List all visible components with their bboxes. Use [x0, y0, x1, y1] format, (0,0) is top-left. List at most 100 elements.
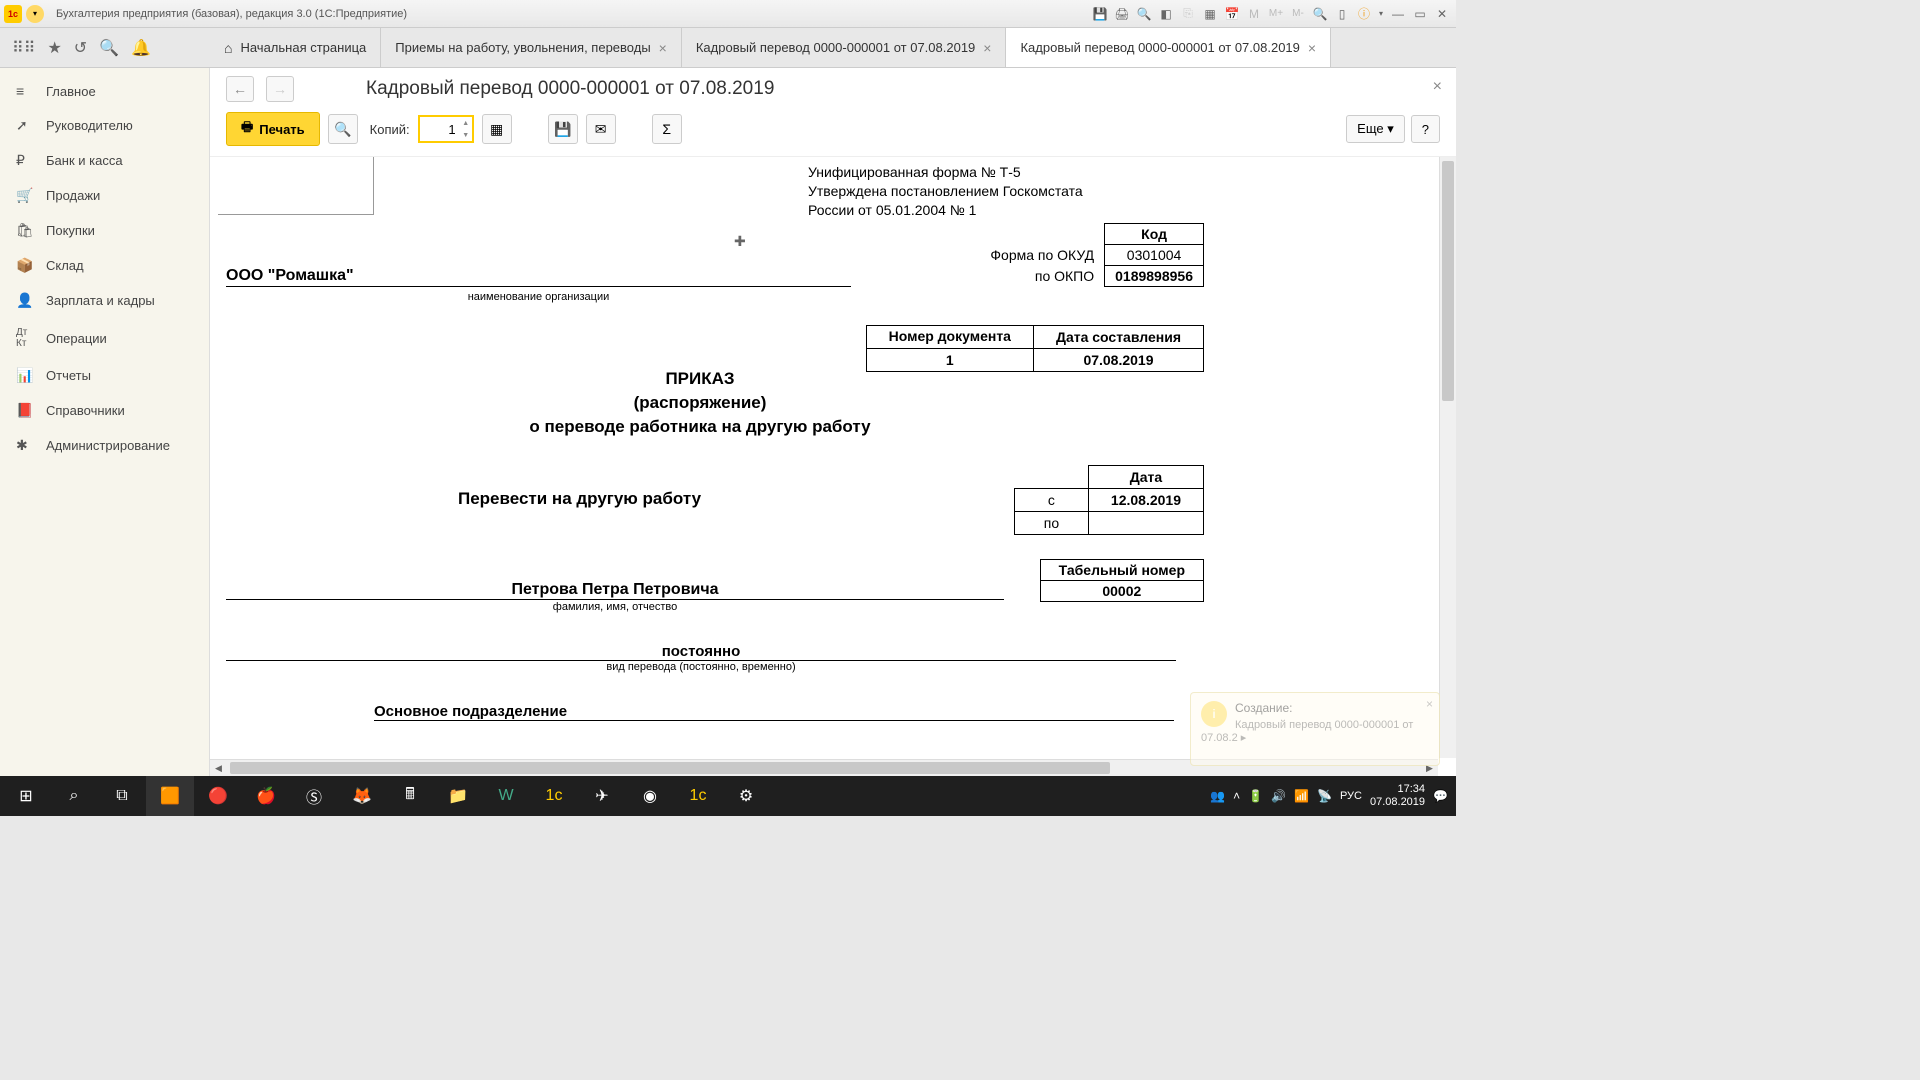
print-preview-button[interactable]: 🔍	[328, 114, 358, 144]
tray-up-icon[interactable]: ˄	[1233, 789, 1240, 803]
box-icon: 📦	[16, 257, 34, 274]
action-center-icon[interactable]: 💬	[1433, 789, 1448, 803]
sidebar-item-sales[interactable]: 🛒Продажи	[0, 178, 209, 213]
search-icon[interactable]: 🔍	[99, 38, 119, 58]
calendar-icon[interactable]: 📅	[1222, 5, 1242, 23]
taskbar-firefox[interactable]: 🦊	[338, 776, 386, 816]
save-icon[interactable]: 💾	[1090, 5, 1110, 23]
more-button[interactable]: Еще ▾	[1346, 115, 1405, 143]
sidebar-item-main[interactable]: ≡Главное	[0, 74, 209, 108]
sidebar-item-admin[interactable]: ✱Администрирование	[0, 428, 209, 463]
help-button[interactable]: ?	[1411, 115, 1440, 143]
table-button[interactable]: ▦	[482, 114, 512, 144]
taskbar-telegram[interactable]: ✈	[578, 776, 626, 816]
memory-mplus-icon[interactable]: M+	[1266, 5, 1286, 23]
print-icon[interactable]: 🖨	[1112, 5, 1132, 23]
language-indicator[interactable]: РУС	[1340, 790, 1362, 802]
sidebar-item-hr[interactable]: 👤Зарплата и кадры	[0, 283, 209, 318]
scrollbar-thumb[interactable]	[230, 762, 1110, 774]
star-icon[interactable]: ★	[47, 38, 61, 58]
clock[interactable]: 17:34 07.08.2019	[1370, 783, 1425, 809]
tab-hires[interactable]: Приемы на работу, увольнения, переводы ×	[381, 28, 682, 67]
taskbar-explorer[interactable]: 📁	[434, 776, 482, 816]
zoom-icon[interactable]: 🔍	[1310, 5, 1330, 23]
taskbar-skype[interactable]: Ⓢ	[290, 776, 338, 816]
compare-icon[interactable]: ◧	[1156, 5, 1176, 23]
network-icon[interactable]: 📶	[1294, 789, 1309, 803]
preview-icon[interactable]: 🔍	[1134, 5, 1154, 23]
employee-name: Петрова Петра Петровича	[226, 581, 1004, 600]
notification-toast[interactable]: × i Создание: Кадровый перевод 0000-0000…	[1190, 692, 1440, 766]
spinner-up-icon[interactable]: ▲	[460, 117, 472, 129]
info-icon[interactable]: ⓘ	[1354, 5, 1374, 23]
document-scroll[interactable]: ✚ Унифицированная форма № Т-5 Утверждена…	[210, 157, 1456, 776]
notification-close-icon[interactable]: ×	[1426, 697, 1433, 711]
app-menu-dropdown[interactable]: ▾	[26, 5, 44, 23]
volume-icon[interactable]: 🔊	[1271, 789, 1286, 803]
bars-icon: 📊	[16, 367, 34, 384]
taskbar-chrome[interactable]: ◉	[626, 776, 674, 816]
start-button[interactable]: ⊞	[2, 776, 50, 816]
memory-m-icon[interactable]: M	[1244, 5, 1264, 23]
nav-forward-button[interactable]: →	[266, 76, 294, 102]
sidebar-item-manager[interactable]: ➚Руководителю	[0, 108, 209, 143]
taskbar-calc[interactable]: 🖩	[386, 776, 434, 816]
apps-grid-icon[interactable]: ⠿⠿	[12, 38, 35, 58]
sidebar-item-references[interactable]: 📕Справочники	[0, 393, 209, 428]
history-icon[interactable]: ↺	[74, 38, 87, 58]
wifi-icon[interactable]: 📡	[1317, 789, 1332, 803]
taskbar-1c-1[interactable]: 1c	[530, 776, 578, 816]
taskbar-settings[interactable]: ⚙	[722, 776, 770, 816]
transfer-type: постоянно	[226, 643, 1176, 661]
content-close-icon[interactable]: ×	[1433, 78, 1442, 96]
battery-icon[interactable]: 🔋	[1248, 789, 1263, 803]
memory-mminus-icon[interactable]: M-	[1288, 5, 1308, 23]
copies-label: Копий:	[370, 122, 410, 137]
task-view-button[interactable]: ⧉	[98, 776, 146, 816]
taskbar-app-1[interactable]: 🟧	[146, 776, 194, 816]
sidebar-item-reports[interactable]: 📊Отчеты	[0, 358, 209, 393]
spinner-down-icon[interactable]: ▼	[460, 129, 472, 141]
app-title: Бухгалтерия предприятия (базовая), редак…	[56, 8, 407, 20]
minimize-icon[interactable]: —	[1388, 5, 1408, 23]
print-label: Печать	[259, 122, 304, 137]
transfer-type-sub: вид перевода (постоянно, временно)	[226, 661, 1176, 673]
nav-back-button[interactable]: ←	[226, 76, 254, 102]
toolbar: 🖶Печать 🔍 Копий: ▲▼ ▦ 💾 ✉ Σ Еще ▾ ?	[210, 106, 1456, 157]
taskbar-1c-2[interactable]: 1c	[674, 776, 722, 816]
panel-icon[interactable]: ▯	[1332, 5, 1352, 23]
search-button[interactable]: ⌕	[50, 776, 98, 816]
email-button[interactable]: ✉	[586, 114, 616, 144]
maximize-icon[interactable]: ▭	[1410, 5, 1430, 23]
sidebar-item-bank[interactable]: ₽Банк и касса	[0, 143, 209, 178]
sidebar-item-label: Покупки	[46, 223, 95, 238]
calculator-icon[interactable]: ▦	[1200, 5, 1220, 23]
taskbar-yandex[interactable]: 🔴	[194, 776, 242, 816]
people-icon[interactable]: 👥	[1210, 789, 1225, 803]
taskbar-word[interactable]: W	[482, 776, 530, 816]
tab-close-icon[interactable]: ×	[659, 40, 667, 56]
taskbar-app-2[interactable]: 🍎	[242, 776, 290, 816]
save-button[interactable]: 💾	[548, 114, 578, 144]
logo-1c-icon: 1c	[4, 5, 22, 23]
print-button[interactable]: 🖶Печать	[226, 112, 320, 146]
tab-close-icon[interactable]: ×	[983, 40, 991, 56]
bell-icon[interactable]: 🔔	[131, 38, 151, 58]
sidebar-item-label: Главное	[46, 84, 96, 99]
tab-home[interactable]: ⌂ Начальная страница	[210, 28, 381, 67]
scroll-left-icon[interactable]: ◀	[210, 760, 227, 776]
sidebar-item-purchases[interactable]: 🛍Покупки	[0, 213, 209, 248]
tab-label: Кадровый перевод 0000-000001 от 07.08.20…	[1020, 40, 1299, 55]
sidebar-item-warehouse[interactable]: 📦Склад	[0, 248, 209, 283]
close-icon[interactable]: ✕	[1432, 5, 1452, 23]
info-dropdown-icon[interactable]: ▾	[1376, 5, 1386, 23]
scrollbar-thumb[interactable]	[1442, 161, 1454, 401]
tab-transfer-2[interactable]: Кадровый перевод 0000-000001 от 07.08.20…	[1006, 28, 1331, 67]
tab-close-icon[interactable]: ×	[1308, 40, 1316, 56]
tab-transfer-1[interactable]: Кадровый перевод 0000-000001 от 07.08.20…	[682, 28, 1007, 67]
copy-icon[interactable]: ⎘	[1178, 5, 1198, 23]
date-table: Дата с12.08.2019 по	[1014, 465, 1204, 535]
sidebar-item-operations[interactable]: ДтКтОперации	[0, 318, 209, 358]
sum-button[interactable]: Σ	[652, 114, 682, 144]
vertical-scrollbar[interactable]	[1439, 157, 1456, 758]
